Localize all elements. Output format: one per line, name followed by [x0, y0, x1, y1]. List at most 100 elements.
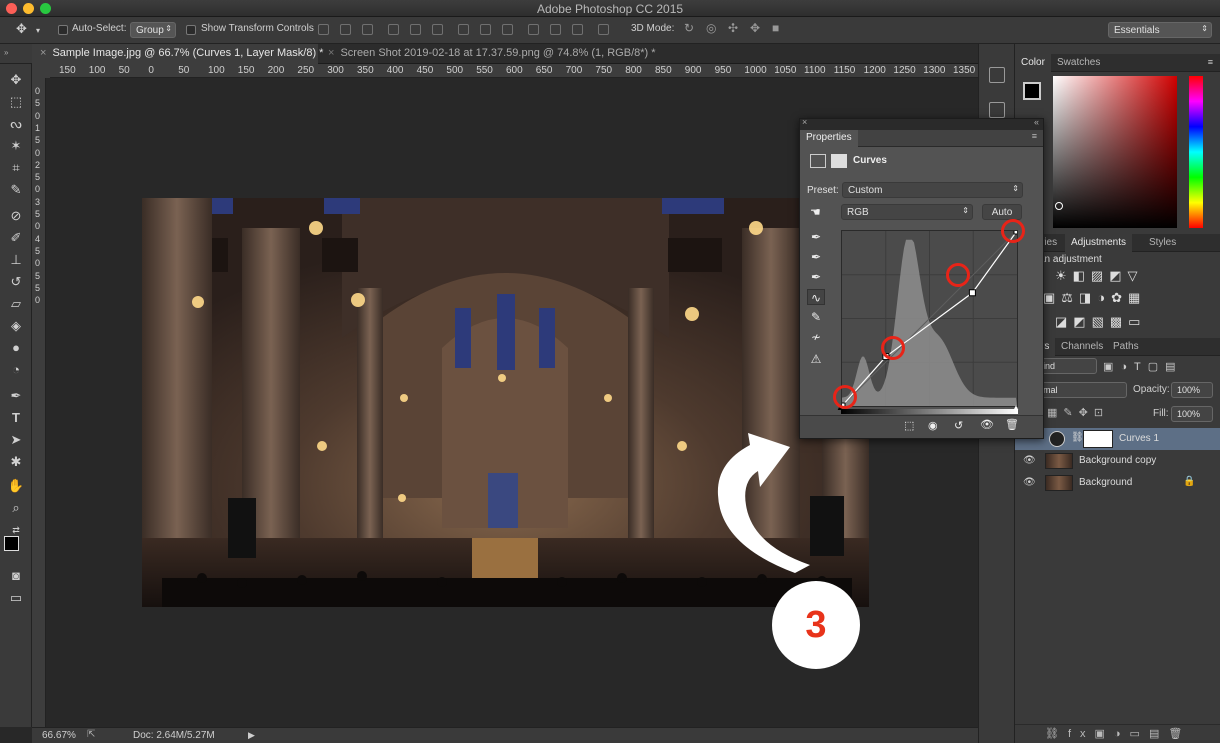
custom-shape-tool-icon[interactable]: ✱	[7, 454, 25, 470]
tab-screen-shot[interactable]: × Screen Shot 2019-02-18 at 17.37.59.png …	[320, 44, 660, 64]
opacity-field[interactable]: 100%	[1171, 382, 1213, 398]
channel-dropdown[interactable]: RGB ⇕	[841, 204, 973, 220]
distribute-right-icon[interactable]	[572, 24, 583, 35]
pen-tool-icon[interactable]: ✒	[7, 388, 25, 404]
auto-button[interactable]: Auto	[982, 204, 1022, 220]
move-tool-icon[interactable]: ✥	[7, 72, 25, 88]
quick-mask-icon[interactable]: ◙	[7, 568, 25, 584]
smooth-curve-icon[interactable]: ≁	[807, 329, 825, 345]
fill-field[interactable]: 100%	[1171, 406, 1213, 422]
history-panel-icon[interactable]	[989, 67, 1005, 83]
close-tab-icon[interactable]: ×	[40, 47, 46, 59]
properties-panel-header[interactable]: × «	[800, 117, 1043, 130]
pencil-draw-icon[interactable]: ✎	[807, 309, 825, 325]
layer-name[interactable]: Curves 1	[1119, 433, 1159, 444]
tab-swatches[interactable]: Swatches	[1051, 54, 1106, 72]
preset-dropdown[interactable]: Custom ⇕	[842, 182, 1023, 198]
layer-curves-1[interactable]: ⛓ Curves 1	[1015, 428, 1220, 450]
distribute-center-icon[interactable]	[550, 24, 561, 35]
blend-mode-dropdown[interactable]: mal	[1037, 382, 1127, 398]
tab-channels[interactable]: Channels	[1055, 338, 1109, 356]
workspace-dropdown[interactable]: Essentials ⇕	[1108, 22, 1212, 38]
layer-action-icons[interactable]: ⛓fx▣◑▭▤🗑	[1045, 727, 1191, 740]
marquee-tool-icon[interactable]: ⬚	[7, 94, 25, 110]
foreground-color-swatch[interactable]	[4, 536, 19, 551]
white-slider-icon[interactable]: ▲	[1012, 403, 1020, 412]
reset-icon[interactable]: ↺	[954, 419, 963, 432]
layer-name[interactable]: Background	[1079, 477, 1132, 488]
visibility-eye-icon[interactable]: 👁	[1023, 455, 1036, 466]
auto-select-checkbox[interactable]	[58, 25, 68, 35]
layer-filter-icons[interactable]: ▣◑T▢▤	[1103, 360, 1183, 373]
actions-panel-icon[interactable]	[989, 102, 1005, 118]
curves-graph[interactable]	[838, 227, 1021, 410]
dodge-tool-icon[interactable]: ◔	[7, 362, 25, 378]
distribute-bottom-icon[interactable]	[502, 24, 513, 35]
history-brush-tool-icon[interactable]: ↺	[7, 274, 25, 290]
adjustment-icons-row1[interactable]: ☀◧▨◩▽	[1055, 268, 1144, 284]
hand-tool-icon[interactable]: ✋	[7, 478, 25, 494]
white-point-eyedropper-icon[interactable]: ✒	[807, 269, 825, 285]
tab-sample-image[interactable]: × Sample Image.jpg @ 66.7% (Curves 1, Lay…	[32, 44, 323, 64]
close-tab-icon[interactable]: ×	[328, 47, 334, 59]
path-selection-tool-icon[interactable]: ➤	[7, 432, 25, 448]
share-icon[interactable]: ⇱	[87, 729, 95, 740]
magic-wand-tool-icon[interactable]: ✶	[7, 138, 25, 154]
healing-brush-tool-icon[interactable]: ⊘	[7, 208, 25, 224]
lock-icons[interactable]: ▦✎✥⊡	[1047, 406, 1109, 419]
eraser-tool-icon[interactable]: ▱	[7, 296, 25, 312]
align-left-icon[interactable]	[318, 24, 329, 35]
auto-align-icon[interactable]	[598, 24, 609, 35]
gray-point-eyedropper-icon[interactable]: ✒	[807, 249, 825, 265]
chain-link-icon[interactable]: ⛓	[1071, 432, 1084, 443]
distribute-top-icon[interactable]	[458, 24, 469, 35]
tab-styles[interactable]: Styles	[1143, 234, 1182, 252]
align-right-icon[interactable]	[362, 24, 373, 35]
type-tool-icon[interactable]: T	[7, 410, 25, 426]
tab-adjustments[interactable]: Adjustments	[1065, 234, 1133, 252]
collapse-panel-icon[interactable]: «	[1034, 117, 1039, 127]
align-center-icon[interactable]	[340, 24, 351, 35]
status-menu-arrow-icon[interactable]: ▶	[248, 730, 255, 741]
zoom-tool-icon[interactable]: ⌕	[7, 500, 25, 516]
align-middle-icon[interactable]	[410, 24, 421, 35]
visibility-eye-icon[interactable]: 👁	[980, 418, 994, 431]
layer-filter-dropdown[interactable]: ind	[1037, 358, 1097, 374]
delete-icon[interactable]: 🗑	[1005, 418, 1019, 431]
layer-name[interactable]: Background copy	[1079, 455, 1156, 466]
color-picker-marker[interactable]	[1055, 202, 1063, 210]
3d-orbit-icon[interactable]: ↻	[684, 21, 694, 35]
lasso-tool-icon[interactable]: ᔓ	[7, 116, 25, 132]
3d-slide-icon[interactable]: ✥	[750, 21, 760, 35]
distribute-left-icon[interactable]	[528, 24, 539, 35]
clip-to-layer-icon[interactable]: ⬚	[904, 419, 914, 432]
panel-menu-icon[interactable]: ≡	[1208, 57, 1213, 67]
align-bottom-icon[interactable]	[432, 24, 443, 35]
foreground-swatch[interactable]	[1023, 82, 1041, 100]
layer-background-copy[interactable]: 👁 Background copy	[1015, 450, 1220, 472]
screen-mode-icon[interactable]: ▭	[7, 590, 25, 606]
tab-color[interactable]: Color	[1015, 54, 1051, 72]
curve-control-point[interactable]	[968, 289, 976, 297]
3d-drag-icon[interactable]: ✣	[728, 21, 738, 35]
move-tool-icon[interactable]: ✥	[16, 21, 27, 37]
brush-tool-icon[interactable]: ✐	[7, 230, 25, 246]
layer-mask-icon[interactable]	[831, 154, 847, 168]
panel-menu-icon[interactable]: ≡	[1032, 131, 1037, 141]
curve-points-tool-icon[interactable]: ∿	[807, 289, 825, 305]
adjustment-icons-row3[interactable]: ◪◩▧▩▭	[1055, 314, 1146, 330]
view-previous-state-icon[interactable]: ◉	[928, 419, 938, 432]
align-top-icon[interactable]	[388, 24, 399, 35]
blur-tool-icon[interactable]: ●	[7, 340, 25, 356]
distribute-middle-icon[interactable]	[480, 24, 491, 35]
layer-mask-thumbnail[interactable]	[1083, 430, 1113, 448]
crop-tool-icon[interactable]: ⌗	[7, 160, 25, 176]
black-point-eyedropper-icon[interactable]: ✒	[807, 229, 825, 245]
eyedropper-tool-icon[interactable]: ✎	[7, 182, 25, 198]
3d-scale-icon[interactable]: ■	[772, 21, 779, 35]
tab-properties[interactable]: Properties	[800, 130, 858, 147]
close-panel-icon[interactable]: ×	[802, 117, 807, 127]
show-transform-checkbox[interactable]	[186, 25, 196, 35]
paint-bucket-tool-icon[interactable]: ◈	[7, 318, 25, 334]
tab-paths[interactable]: Paths	[1107, 338, 1145, 356]
